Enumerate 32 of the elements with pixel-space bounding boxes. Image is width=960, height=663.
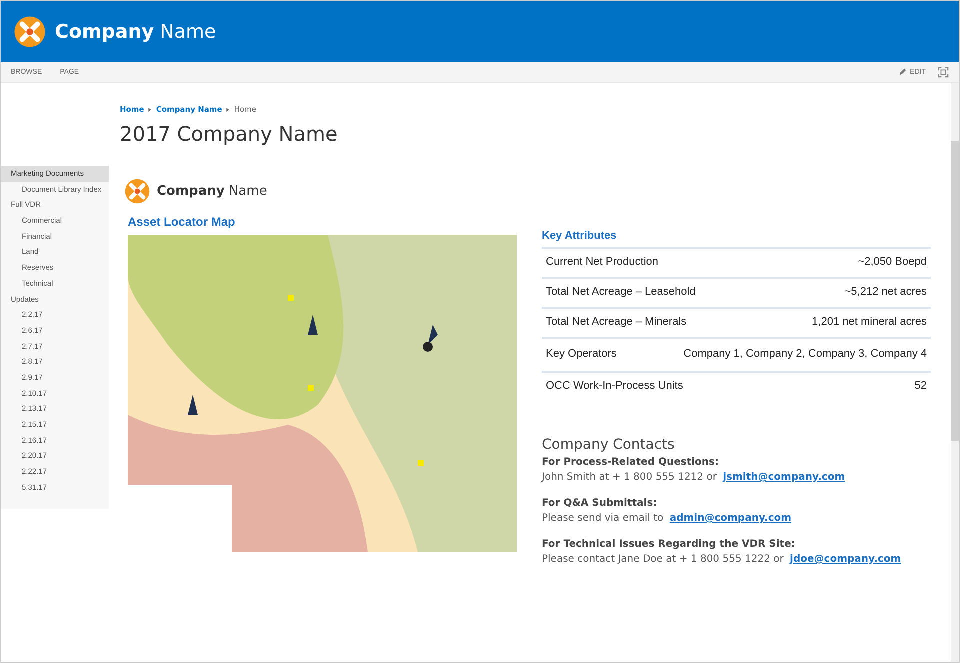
attribute-label: Total Net Acreage – Minerals bbox=[546, 316, 687, 328]
email-link[interactable]: jdoe@company.com bbox=[790, 554, 902, 565]
attribute-value: ~5,212 net acres bbox=[844, 286, 927, 298]
pencil-icon bbox=[899, 68, 908, 76]
attribute-label: Total Net Acreage – Leasehold bbox=[546, 286, 696, 298]
contact-heading: For Q&A Submittals: bbox=[542, 498, 658, 509]
attribute-value: Company 1, Company 2, Company 3, Company 4 bbox=[684, 348, 927, 360]
map-title: Asset Locator Map bbox=[128, 215, 236, 229]
contact-text: Please contact Jane Doe at + 1 800 555 1222 or jdoe@company.com bbox=[542, 554, 902, 565]
contacts-title: Company Contacts bbox=[542, 437, 676, 453]
logo-icon bbox=[124, 178, 151, 205]
contact-text: Please send via email to admin@company.com bbox=[542, 513, 793, 524]
contact-heading: For Process-Related Questions: bbox=[542, 457, 720, 468]
attribute-label: Current Net Production bbox=[546, 256, 658, 268]
attribute-label: Key Operators bbox=[546, 348, 617, 360]
email-link[interactable]: admin@company.com bbox=[670, 513, 792, 524]
chevron-icon bbox=[148, 106, 152, 112]
site-title[interactable]: Company Name bbox=[55, 20, 216, 42]
company-logo-text: Company Name bbox=[157, 184, 268, 199]
attribute-value: 52 bbox=[914, 380, 927, 392]
attribute-value: 1,201 net mineral acres bbox=[812, 316, 927, 328]
fullscreen-icon[interactable] bbox=[938, 66, 949, 78]
attribute-label: OCC Work-In-Process Units bbox=[546, 380, 684, 392]
logo-icon bbox=[13, 14, 47, 48]
page-title: 2017 Company Name bbox=[120, 122, 339, 146]
contact-heading: For Technical Issues Regarding the VDR Site: bbox=[542, 539, 796, 550]
contact-text: John Smith at + 1 800 555 1212 or jsmith@company.com bbox=[542, 472, 846, 483]
section-title: Key Attributes bbox=[542, 230, 618, 242]
attribute-value: ~2,050 Boepd bbox=[858, 256, 927, 268]
chevron-icon bbox=[226, 106, 230, 112]
scrollbar[interactable] bbox=[951, 83, 959, 662]
email-link[interactable]: jsmith@company.com bbox=[723, 472, 846, 483]
